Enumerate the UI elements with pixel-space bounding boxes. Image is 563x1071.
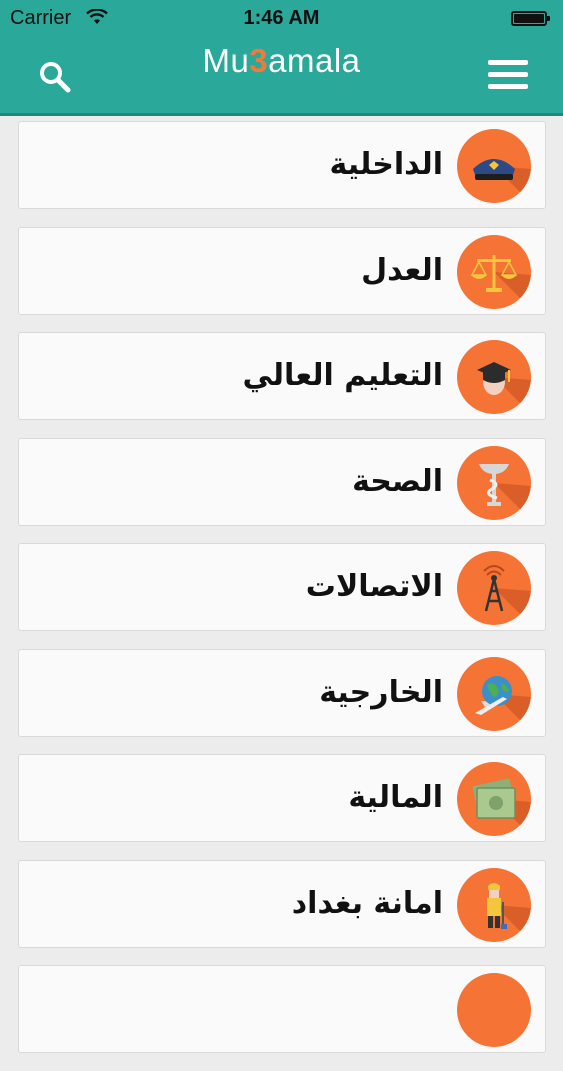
list-item-interior[interactable]: الداخلية	[18, 121, 546, 209]
globe-plane-icon	[457, 656, 531, 731]
ministries-list: الداخلية العدل التعليم العالي الصحة الات…	[18, 121, 546, 1071]
list-item-foreign-affairs[interactable]: الخارجية	[18, 648, 546, 737]
battery-icon	[511, 11, 550, 26]
list-item-icon	[457, 973, 531, 1047]
list-item-baghdad-municipality[interactable]: امانة بغداد	[18, 859, 546, 948]
list-item-label: امانة بغداد	[291, 885, 443, 921]
antenna-tower-icon	[457, 551, 531, 625]
list-item-finance[interactable]: المالية	[18, 754, 546, 842]
list-item-label: الصحة	[352, 463, 443, 499]
list-item-higher-education[interactable]: التعليم العالي	[18, 332, 546, 420]
list-item-label: الاتصالات	[305, 569, 443, 604]
logo-text-end: amala	[268, 42, 361, 79]
list-item-label: الخارجية	[319, 674, 443, 710]
list-item-justice[interactable]: العدل	[18, 226, 546, 315]
logo-text-start: Mu	[202, 42, 250, 79]
police-cap-icon	[457, 129, 531, 203]
status-bar: Carrier 1:46 AM	[0, 0, 563, 38]
scales-icon	[457, 234, 531, 309]
list-item-communications[interactable]: الاتصالات	[18, 543, 546, 631]
list-item-label: العدل	[361, 252, 443, 288]
graduate-icon	[457, 340, 531, 414]
app-header: Carrier 1:46 AM Mu3amala	[0, 0, 563, 116]
list-item-health[interactable]: الصحة	[18, 437, 546, 526]
money-icon	[457, 762, 531, 836]
list-item-partial[interactable]	[18, 965, 546, 1053]
clock: 1:46 AM	[243, 7, 320, 29]
hamburger-menu-icon[interactable]	[488, 60, 528, 90]
logo-mark: 3	[249, 42, 269, 79]
list-item-label: الداخلية	[329, 147, 443, 182]
list-item-label: التعليم العالي	[242, 358, 443, 393]
medical-symbol-icon	[457, 445, 531, 520]
app-logo: Mu3amala	[0, 42, 563, 80]
worker-icon	[457, 867, 531, 942]
list-item-label: المالية	[348, 780, 443, 815]
